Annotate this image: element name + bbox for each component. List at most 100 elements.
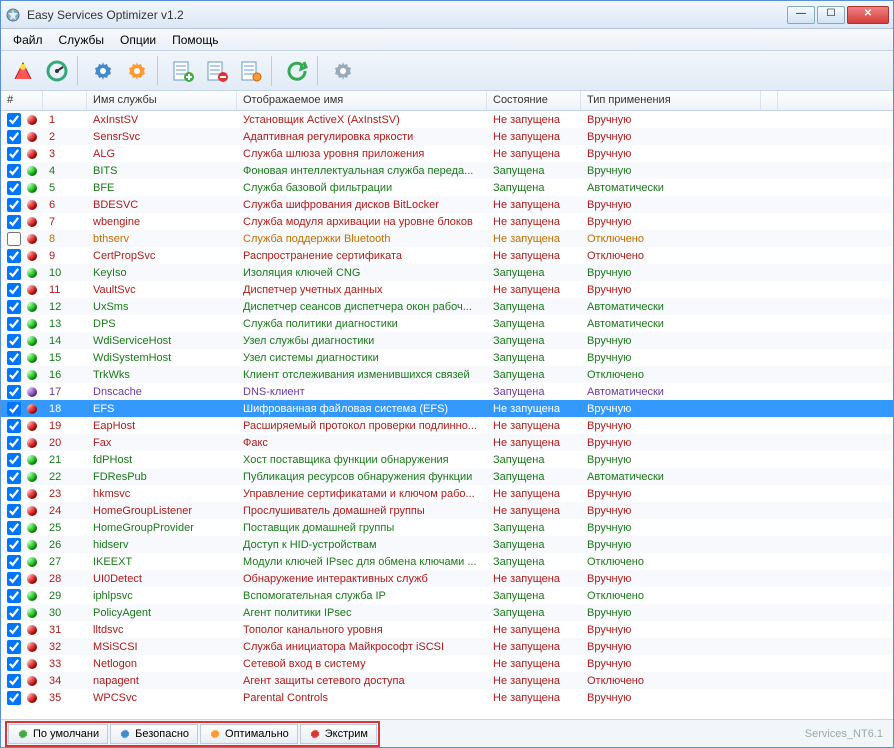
table-row[interactable]: 3ALGСлужба шлюза уровня приложенияНе зап… [1,145,893,162]
toolbar-settings-button[interactable] [327,55,359,87]
col-num[interactable]: # [1,91,43,110]
table-row[interactable]: 8bthservСлужба поддержки BluetoothНе зап… [1,230,893,247]
table-row[interactable]: 4BITSФоновая интеллектуальная служба пер… [1,162,893,179]
table-row[interactable]: 29iphlpsvcВспомогательная служба IPЗапущ… [1,587,893,604]
row-checkbox[interactable] [7,487,21,501]
table-row[interactable]: 2SensrSvcАдаптивная регулировка яркостиН… [1,128,893,145]
menu-options[interactable]: Опции [112,31,164,49]
close-button[interactable]: ✕ [847,6,889,24]
table-row[interactable]: 25HomeGroupProviderПоставщик домашней гр… [1,519,893,536]
row-checkbox[interactable] [7,606,21,620]
toolbar-optimize-button[interactable] [7,55,39,87]
row-checkbox[interactable] [7,555,21,569]
col-state[interactable]: Состояние [487,91,581,110]
table-row[interactable]: 33NetlogonСетевой вход в системуНе запущ… [1,655,893,672]
row-checkbox[interactable] [7,334,21,348]
col-name[interactable]: Имя службы [87,91,237,110]
row-checkbox[interactable] [7,640,21,654]
table-row[interactable]: 15WdiSystemHostУзел системы диагностикиЗ… [1,349,893,366]
status-dot-icon [27,421,37,431]
toolbar-list-add-button[interactable] [167,55,199,87]
row-checkbox[interactable] [7,657,21,671]
row-checkbox[interactable] [7,266,21,280]
menu-help[interactable]: Помощь [164,31,226,49]
table-row[interactable]: 31lltdsvcТополог канального уровняНе зап… [1,621,893,638]
menu-file[interactable]: Файл [5,31,51,49]
tab-default[interactable]: По умолчани [8,724,108,744]
row-checkbox[interactable] [7,453,21,467]
row-checkbox[interactable] [7,232,21,246]
table-row[interactable]: 26hidservДоступ к HID-устройствамЗапущен… [1,536,893,553]
table-row[interactable]: 12UxSmsДиспетчер сеансов диспетчера окон… [1,298,893,315]
table-row[interactable]: 14WdiServiceHostУзел службы диагностикиЗ… [1,332,893,349]
tab-extreme[interactable]: Экстрим [300,724,377,744]
row-checkbox[interactable] [7,164,21,178]
col-startup[interactable]: Тип применения [581,91,761,110]
row-checkbox[interactable] [7,572,21,586]
row-state: Запущена [487,471,581,483]
titlebar[interactable]: Easy Services Optimizer v1.2 — ☐ ✕ [1,1,893,29]
table-row[interactable]: 30PolicyAgentАгент политики IPsecЗапущен… [1,604,893,621]
toolbar-list-settings-button[interactable] [235,55,267,87]
table-row[interactable]: 32MSiSCSIСлужба инициатора Майкрософт iS… [1,638,893,655]
row-checkbox[interactable] [7,504,21,518]
row-checkbox[interactable] [7,147,21,161]
table-row[interactable]: 34napagentАгент защиты сетевого доступаН… [1,672,893,689]
service-list[interactable]: 1AxInstSVУстановщик ActiveX (AxInstSV)Не… [1,111,893,719]
tab-safe[interactable]: Безопасно [110,724,198,744]
table-row[interactable]: 7wbengineСлужба модуля архивации на уров… [1,213,893,230]
table-row[interactable]: 35WPCSvcParental ControlsНе запущенаВруч… [1,689,893,706]
table-row[interactable]: 5BFEСлужба базовой фильтрацииЗапущенаАвт… [1,179,893,196]
table-row[interactable]: 10KeyIsoИзоляция ключей CNGЗапущенаВручн… [1,264,893,281]
row-checkbox[interactable] [7,351,21,365]
row-checkbox[interactable] [7,589,21,603]
table-row[interactable]: 18EFSШифрованная файловая система (EFS)Н… [1,400,893,417]
col-display[interactable]: Отображаемое имя [237,91,487,110]
row-checkbox[interactable] [7,385,21,399]
row-checkbox[interactable] [7,317,21,331]
toolbar-list-remove-button[interactable] [201,55,233,87]
row-checkbox[interactable] [7,368,21,382]
row-checkbox[interactable] [7,300,21,314]
row-checkbox[interactable] [7,113,21,127]
menu-services[interactable]: Службы [51,31,112,49]
table-row[interactable]: 27IKEEXTМодули ключей IPsec для обмена к… [1,553,893,570]
row-checkbox[interactable] [7,419,21,433]
row-checkbox[interactable] [7,538,21,552]
table-row[interactable]: 23hkmsvcУправление сертификатами и ключо… [1,485,893,502]
table-row[interactable]: 21fdPHostХост поставщика функции обнаруж… [1,451,893,468]
row-checkbox[interactable] [7,623,21,637]
table-row[interactable]: 19EapHostРасширяемый протокол проверки п… [1,417,893,434]
row-checkbox[interactable] [7,198,21,212]
toolbar-gear-orange-button[interactable] [121,55,153,87]
row-checkbox[interactable] [7,181,21,195]
row-checkbox[interactable] [7,130,21,144]
toolbar-refresh-button[interactable] [281,55,313,87]
table-row[interactable]: 22FDResPubПубликация ресурсов обнаружени… [1,468,893,485]
toolbar-gauge-button[interactable] [41,55,73,87]
table-row[interactable]: 11VaultSvcДиспетчер учетных данныхНе зап… [1,281,893,298]
tab-optimal[interactable]: Оптимально [200,724,298,744]
table-row[interactable]: 28UI0DetectОбнаружение интерактивных слу… [1,570,893,587]
table-row[interactable]: 17DnscacheDNS-клиентЗапущенаАвтоматическ… [1,383,893,400]
row-checkbox[interactable] [7,436,21,450]
table-row[interactable]: 16TrkWksКлиент отслеживания изменившихся… [1,366,893,383]
row-checkbox[interactable] [7,691,21,705]
table-row[interactable]: 6BDESVCСлужба шифрования дисков BitLocke… [1,196,893,213]
row-checkbox[interactable] [7,402,21,416]
maximize-button[interactable]: ☐ [817,6,845,24]
table-row[interactable]: 13DPSСлужба политики диагностикиЗапущена… [1,315,893,332]
row-checkbox[interactable] [7,470,21,484]
row-checkbox[interactable] [7,249,21,263]
row-checkbox[interactable] [7,215,21,229]
toolbar-gear-blue-button[interactable] [87,55,119,87]
minimize-button[interactable]: — [787,6,815,24]
row-num: 18 [43,403,87,415]
row-checkbox[interactable] [7,283,21,297]
table-row[interactable]: 20FaxФаксНе запущенаВручную [1,434,893,451]
table-row[interactable]: 24HomeGroupListenerПрослушиватель домашн… [1,502,893,519]
row-checkbox[interactable] [7,521,21,535]
table-row[interactable]: 9CertPropSvcРаспространение сертификатаН… [1,247,893,264]
table-row[interactable]: 1AxInstSVУстановщик ActiveX (AxInstSV)Не… [1,111,893,128]
row-checkbox[interactable] [7,674,21,688]
